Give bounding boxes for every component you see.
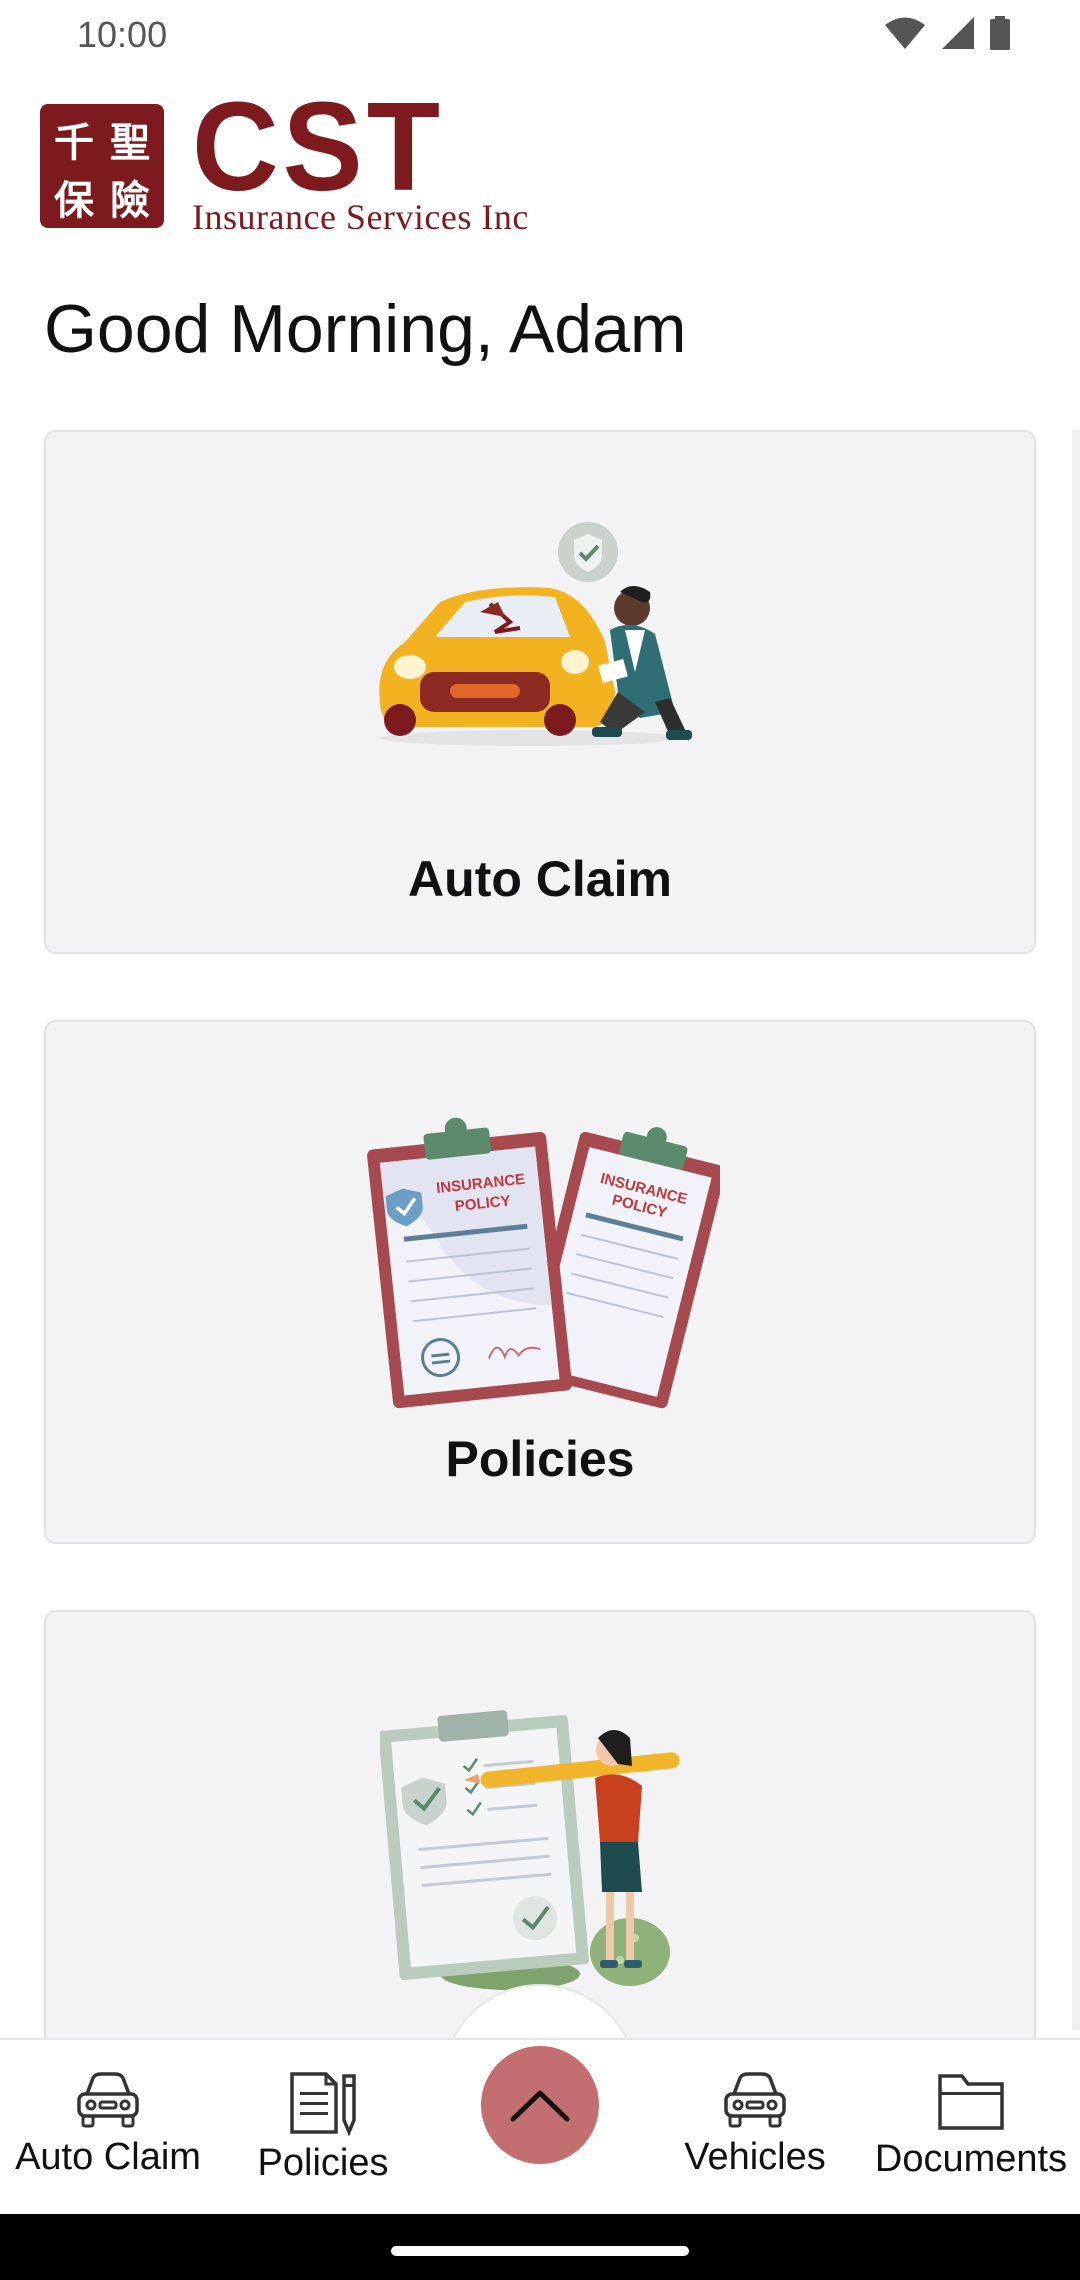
scroll-track [1072,430,1080,2030]
nav-label-documents: Documents [874,2138,1068,2180]
insurance-policy-illustration: INSURANCE POLICY INSURANCE POLICY [367,1117,720,1409]
status-bar: 10:00 [0,0,1080,70]
wifi-icon [885,17,925,49]
seal-char: 聖 [110,119,150,166]
battery-icon [990,16,1010,50]
logo-brand: CST [192,76,444,218]
logo-text: CST Insurance Services Inc [192,76,529,238]
seal-char: 千 [54,119,94,166]
screen: 10:00 千 聖 保 險 CST Insurance Services Inc [0,0,1080,2280]
nav-item-documents[interactable]: Documents [866,2070,1076,2181]
nav-label-policies: Policies [257,2142,389,2184]
policies-card-title: Policies [445,1431,635,1487]
home-gesture-handle[interactable] [391,2246,689,2256]
chevron-up-icon [510,2090,570,2122]
status-icons [884,16,1010,50]
auto-claim-card-title: Auto Claim [408,851,672,907]
car-icon [724,2072,786,2128]
nav-item-policies[interactable]: Policies [233,2070,413,2185]
company-logo: 千 聖 保 險 CST Insurance Services Inc [40,76,529,238]
auto-claim-card[interactable]: Auto Claim [44,430,1036,954]
folder-icon [938,2074,1004,2130]
nav-label-vehicles: Vehicles [684,2136,826,2178]
nav-item-vehicles[interactable]: Vehicles [665,2070,845,2179]
checklist-illustration [380,1710,680,1990]
status-time: 10:00 [77,14,168,55]
logo-seal: 千 聖 保 險 [40,104,164,228]
seal-char: 險 [110,177,150,224]
policies-card[interactable]: INSURANCE POLICY INSURANCE POLICY Polici… [44,1020,1036,1544]
signal-icon [942,17,974,49]
car-icon [77,2072,139,2128]
greeting-title: Good Morning, Adam [44,291,687,367]
nav-label-auto-claim: Auto Claim [15,2136,201,2178]
car-damage-illustration [379,522,692,746]
seal-char: 保 [54,177,94,224]
expand-fab-button[interactable] [481,2046,599,2164]
system-navigation-bar [0,2214,1080,2280]
nav-item-auto-claim[interactable]: Auto Claim [8,2070,208,2179]
document-pencil-icon [290,2072,356,2136]
